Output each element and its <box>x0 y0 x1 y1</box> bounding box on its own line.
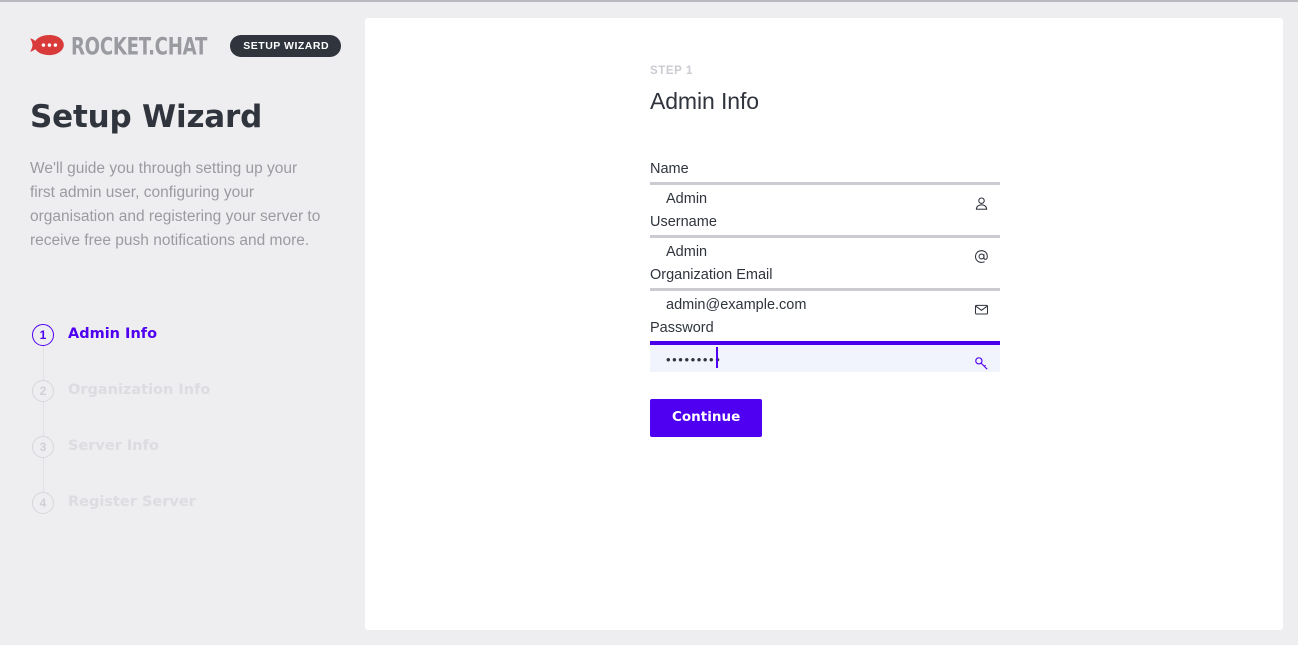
field-value: Admin <box>666 244 708 260</box>
step-label: Server Info <box>68 438 159 454</box>
step-connector <box>42 346 44 380</box>
setup-wizard-badge: SETUP WIZARD <box>230 34 342 58</box>
step-connector <box>42 458 44 492</box>
step-number-badge: 1 <box>32 324 54 346</box>
password-input[interactable]: ••••••••• <box>650 341 1000 372</box>
field-label: Organization Email <box>650 267 773 283</box>
sidebar: ROCKET.CHAT SETUP WIZARD Setup Wizard We… <box>0 2 365 645</box>
step-eyebrow-label: STEP 1 <box>650 65 694 77</box>
sidebar-step-organization-info[interactable]: 2 Organization Info <box>32 380 322 436</box>
rocket-chat-logo-icon <box>30 34 64 56</box>
sidebar-step-server-info[interactable]: 3 Server Info <box>32 436 322 492</box>
step-label: Register Server <box>68 494 196 510</box>
key-icon <box>975 357 988 370</box>
organization-email-input[interactable]: admin@example.com <box>650 288 1000 319</box>
field-value: Admin <box>666 191 708 207</box>
rocket-chat-logo: ROCKET.CHAT <box>30 32 217 60</box>
field-group: Name Admin Username Admin Organization E… <box>650 160 1000 437</box>
field-value: ••••••••• <box>666 352 722 367</box>
page-title: Setup Wizard <box>30 99 263 135</box>
field-label: Password <box>650 320 714 336</box>
admin-info-form: STEP 1 Admin Info Name Admin Username Ad… <box>650 65 1000 437</box>
main-panel: STEP 1 Admin Info Name Admin Username Ad… <box>365 18 1283 630</box>
user-icon <box>975 197 988 210</box>
field-password: Password ••••••••• <box>650 319 1000 372</box>
step-label: Organization Info <box>68 382 211 398</box>
field-value: admin@example.com <box>666 297 807 313</box>
sidebar-step-admin-info[interactable]: 1 Admin Info <box>32 324 322 380</box>
step-number-badge: 2 <box>32 380 54 402</box>
text-caret <box>716 347 718 368</box>
field-username: Username Admin <box>650 213 1000 266</box>
brand-row: ROCKET.CHAT SETUP WIZARD <box>30 32 342 60</box>
step-number-badge: 3 <box>32 436 54 458</box>
at-sign-icon <box>974 250 988 263</box>
step-number-badge: 4 <box>32 492 54 514</box>
sidebar-step-register-server[interactable]: 4 Register Server <box>32 492 322 548</box>
step-connector <box>42 402 44 436</box>
brand-wordmark: ROCKET.CHAT <box>71 31 208 61</box>
envelope-icon <box>974 304 989 315</box>
username-input[interactable]: Admin <box>650 235 1000 266</box>
field-organization-email: Organization Email admin@example.com <box>650 266 1000 319</box>
continue-button[interactable]: Continue <box>650 399 763 437</box>
field-label: Name <box>650 161 689 177</box>
page-description: We'll guide you through setting up your … <box>30 160 321 249</box>
step-label: Admin Info <box>68 326 158 342</box>
field-name: Name Admin <box>650 160 1000 213</box>
step-list: 1 Admin Info 2 Organization Info 3 Serve… <box>32 324 322 548</box>
field-label: Username <box>650 214 717 230</box>
name-input[interactable]: Admin <box>650 182 1000 213</box>
form-heading: Admin Info <box>650 88 759 114</box>
